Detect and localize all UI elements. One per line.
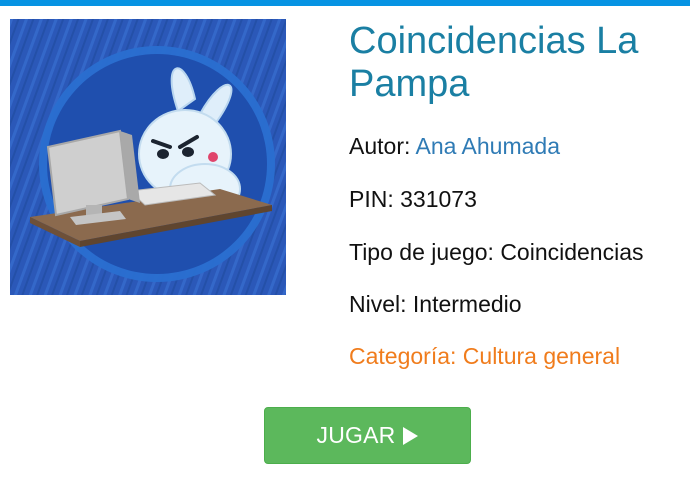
pin-row: PIN: 331073 <box>349 186 477 213</box>
bunny-at-computer-illustration <box>10 19 286 295</box>
level-row: Nivel: Intermedio <box>349 291 522 318</box>
category-value: Cultura general <box>462 343 621 369</box>
game-title: Coincidencias La Pampa <box>349 20 639 105</box>
author-label: Autor: <box>349 133 411 159</box>
game-type-value: Coincidencias <box>500 239 644 265</box>
top-accent-bar <box>0 0 690 6</box>
category-row[interactable]: Categoría: Cultura general <box>349 343 620 370</box>
game-type-label: Tipo de juego: <box>349 239 494 265</box>
level-label: Nivel: <box>349 291 407 317</box>
pin-label: PIN: <box>349 186 394 212</box>
play-button-label: JUGAR <box>316 422 396 448</box>
play-icon <box>403 426 419 445</box>
game-thumbnail <box>10 19 286 295</box>
category-label: Categoría: <box>349 343 457 369</box>
game-type-row: Tipo de juego: Coincidencias <box>349 239 644 266</box>
author-row: Autor: Ana Ahumada <box>349 133 560 160</box>
level-value: Intermedio <box>412 291 522 317</box>
author-link[interactable]: Ana Ahumada <box>416 133 561 159</box>
pin-value: 331073 <box>400 186 477 212</box>
play-button[interactable]: JUGAR <box>264 407 471 464</box>
